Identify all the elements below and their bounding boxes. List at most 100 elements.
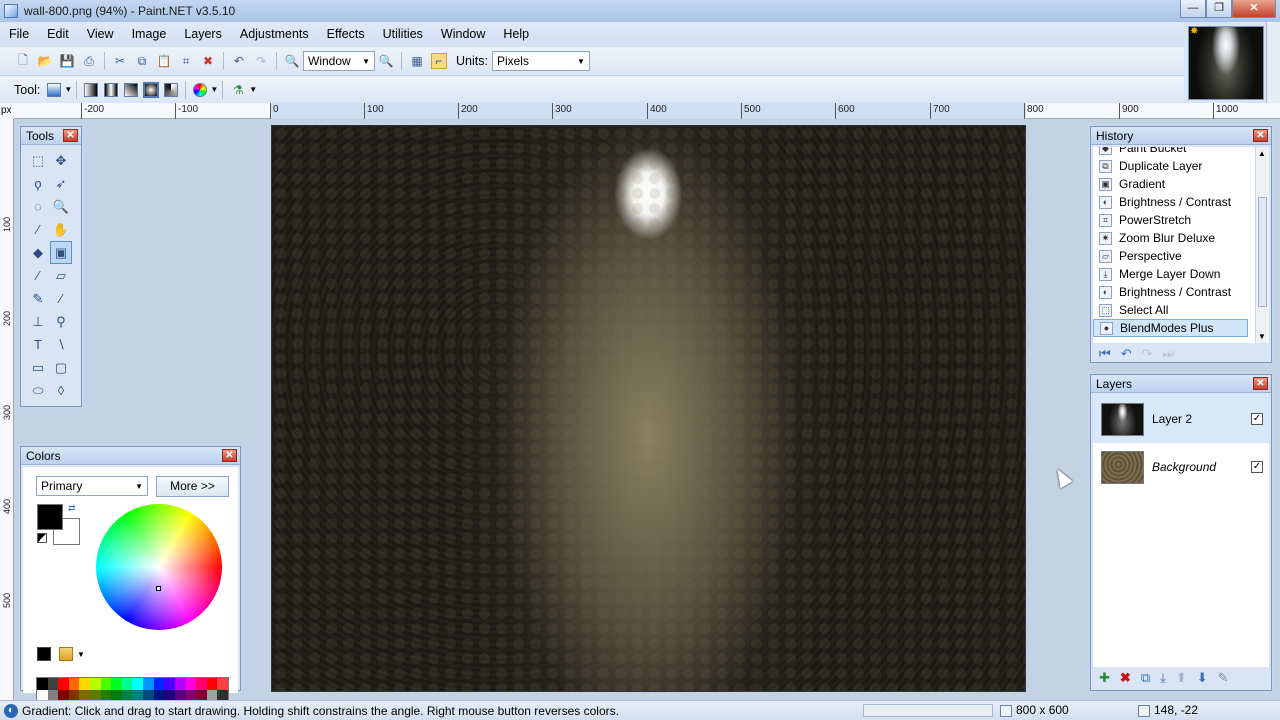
history-item[interactable]: ✷ Zoom Blur Deluxe	[1093, 229, 1269, 247]
clone-stamp-icon[interactable]: ⊥	[27, 310, 49, 333]
history-undo-icon[interactable]: ↶	[1121, 346, 1132, 362]
palette-swatch[interactable]	[174, 678, 186, 690]
paintbrush-icon[interactable]: ⁄	[27, 264, 49, 287]
layer-visibility-checkbox[interactable]: ✓	[1251, 413, 1263, 425]
alpha-blending-icon[interactable]: ⚗	[230, 82, 246, 98]
maximize-button[interactable]: ❐	[1206, 0, 1232, 18]
menu-view[interactable]: View	[78, 22, 123, 47]
menu-edit[interactable]: Edit	[38, 22, 78, 47]
grid-icon[interactable]: ▦	[409, 53, 425, 69]
history-item[interactable]: ◆ Paint Bucket	[1093, 147, 1269, 157]
history-first-icon[interactable]: ⏮	[1099, 346, 1111, 362]
diamond-gradient-icon[interactable]	[124, 82, 139, 97]
text-icon[interactable]: T	[27, 333, 49, 356]
tools-window-titlebar[interactable]: Tools ✕	[21, 127, 81, 145]
history-redo-icon[interactable]: ↷	[1142, 346, 1153, 362]
chevron-down-icon[interactable]: ▼	[64, 85, 72, 94]
move-selected-pixels-icon[interactable]: ✥	[50, 149, 72, 172]
lasso-select-icon[interactable]: ϙ	[27, 172, 49, 195]
palette-swatch[interactable]	[164, 678, 175, 690]
primary-color-swatch[interactable]	[37, 504, 63, 530]
linear-reflected-gradient-icon[interactable]	[104, 82, 119, 97]
magic-wand-icon[interactable]: ⁄	[27, 218, 49, 241]
rectangle-select-icon[interactable]: ⬚	[27, 149, 49, 172]
reset-colors-icon[interactable]	[37, 533, 47, 543]
history-item[interactable]: ⌗ PowerStretch	[1093, 211, 1269, 229]
radial-gradient-icon[interactable]	[143, 81, 160, 98]
palette-swatch[interactable]	[132, 678, 144, 690]
current-tool-gradient-icon[interactable]	[47, 82, 62, 97]
color-mode-icon[interactable]	[193, 82, 208, 97]
palette-swatch[interactable]	[121, 678, 133, 690]
palette-menu-icon[interactable]	[59, 647, 73, 661]
image-thumbnail-tab[interactable]	[1188, 26, 1264, 100]
swap-colors-icon[interactable]: ⇄	[68, 503, 76, 514]
rectangle-icon[interactable]: ▭	[27, 356, 49, 379]
palette-swatch[interactable]	[100, 678, 112, 690]
layer-visibility-checkbox[interactable]: ✓	[1251, 461, 1263, 473]
undo-icon[interactable]: ↶	[231, 53, 247, 69]
add-to-palette-icon[interactable]	[37, 647, 51, 661]
open-file-icon[interactable]: 📂	[37, 53, 53, 69]
menu-layers[interactable]: Layers	[175, 22, 231, 47]
chevron-down-icon[interactable]: ▼	[1258, 332, 1266, 341]
menu-window[interactable]: Window	[432, 22, 494, 47]
linear-gradient-icon[interactable]	[84, 82, 99, 97]
move-layer-down-icon[interactable]: ⬇	[1197, 670, 1208, 686]
close-button[interactable]: ✕	[1232, 0, 1276, 18]
delete-layer-icon[interactable]: ✖	[1120, 670, 1131, 686]
zoom-combo[interactable]: Window ▼	[303, 51, 375, 71]
recolor-icon[interactable]: ⚲	[50, 310, 72, 333]
layer-row[interactable]: Background ✓	[1093, 443, 1269, 491]
palette-swatch[interactable]	[196, 678, 207, 690]
palette-swatch[interactable]	[153, 678, 165, 690]
history-window-titlebar[interactable]: History ✕	[1091, 127, 1271, 145]
new-file-icon[interactable]: 🗋	[15, 53, 31, 69]
more-button[interactable]: More >>	[156, 476, 229, 497]
close-icon[interactable]: ✕	[222, 449, 237, 462]
line-curve-icon[interactable]: ∖	[50, 333, 72, 356]
chevron-down-icon[interactable]: ▼	[249, 85, 257, 94]
move-selection-icon[interactable]: ➶	[50, 172, 72, 195]
color-wheel[interactable]	[96, 504, 222, 630]
history-item[interactable]: ▣ Gradient	[1093, 175, 1269, 193]
rulers-icon[interactable]: ⌐	[431, 53, 447, 69]
palette-swatch[interactable]	[68, 678, 80, 690]
palette-swatch[interactable]	[58, 678, 69, 690]
zoom-out-icon[interactable]: 🔍	[284, 53, 300, 69]
menu-adjustments[interactable]: Adjustments	[231, 22, 318, 47]
pencil-icon[interactable]: ✎	[27, 287, 49, 310]
image-tabs-scrollbar[interactable]	[1266, 22, 1280, 103]
color-picker-icon[interactable]: ⁄	[50, 287, 72, 310]
history-item[interactable]: ⬚ Select All	[1093, 301, 1269, 319]
duplicate-layer-icon[interactable]: ⧉	[1141, 670, 1150, 686]
menu-utilities[interactable]: Utilities	[374, 22, 432, 47]
crop-to-selection-icon[interactable]: ⌗	[178, 53, 194, 69]
zoom-in-icon[interactable]: 🔍	[378, 53, 394, 69]
history-item[interactable]: ⧉ Duplicate Layer	[1093, 157, 1269, 175]
rounded-rectangle-icon[interactable]: ▢	[50, 356, 72, 379]
palette-swatch[interactable]	[111, 678, 122, 690]
deselect-icon[interactable]: ✖	[200, 53, 216, 69]
layer-row[interactable]: Layer 2 ✓	[1093, 395, 1269, 443]
menu-file[interactable]: File	[0, 22, 38, 47]
eraser-icon[interactable]: ▱	[50, 264, 72, 287]
layers-window-titlebar[interactable]: Layers ✕	[1091, 375, 1271, 393]
paint-bucket-icon[interactable]: ◆	[27, 241, 49, 264]
history-last-icon[interactable]: ⏭	[1163, 346, 1175, 362]
palette-swatch[interactable]	[90, 678, 101, 690]
image-canvas[interactable]	[271, 125, 1026, 692]
pan-icon[interactable]: ✋	[50, 218, 72, 241]
save-icon[interactable]: 💾	[59, 53, 75, 69]
color-wheel-marker[interactable]	[156, 586, 161, 591]
redo-icon[interactable]: ↷	[253, 53, 269, 69]
ellipse-icon[interactable]: ⬭	[27, 379, 49, 402]
color-mode-combo[interactable]: Primary ▼	[36, 476, 148, 496]
palette-swatch[interactable]	[206, 678, 218, 690]
conical-gradient-icon[interactable]	[164, 82, 179, 97]
freeform-shape-icon[interactable]: ◊	[50, 379, 72, 402]
palette-swatch[interactable]	[47, 678, 59, 690]
history-scrollbar[interactable]: ▲ ▼	[1255, 147, 1269, 343]
close-icon[interactable]: ✕	[1253, 377, 1268, 390]
history-scroll-thumb[interactable]	[1258, 197, 1267, 307]
